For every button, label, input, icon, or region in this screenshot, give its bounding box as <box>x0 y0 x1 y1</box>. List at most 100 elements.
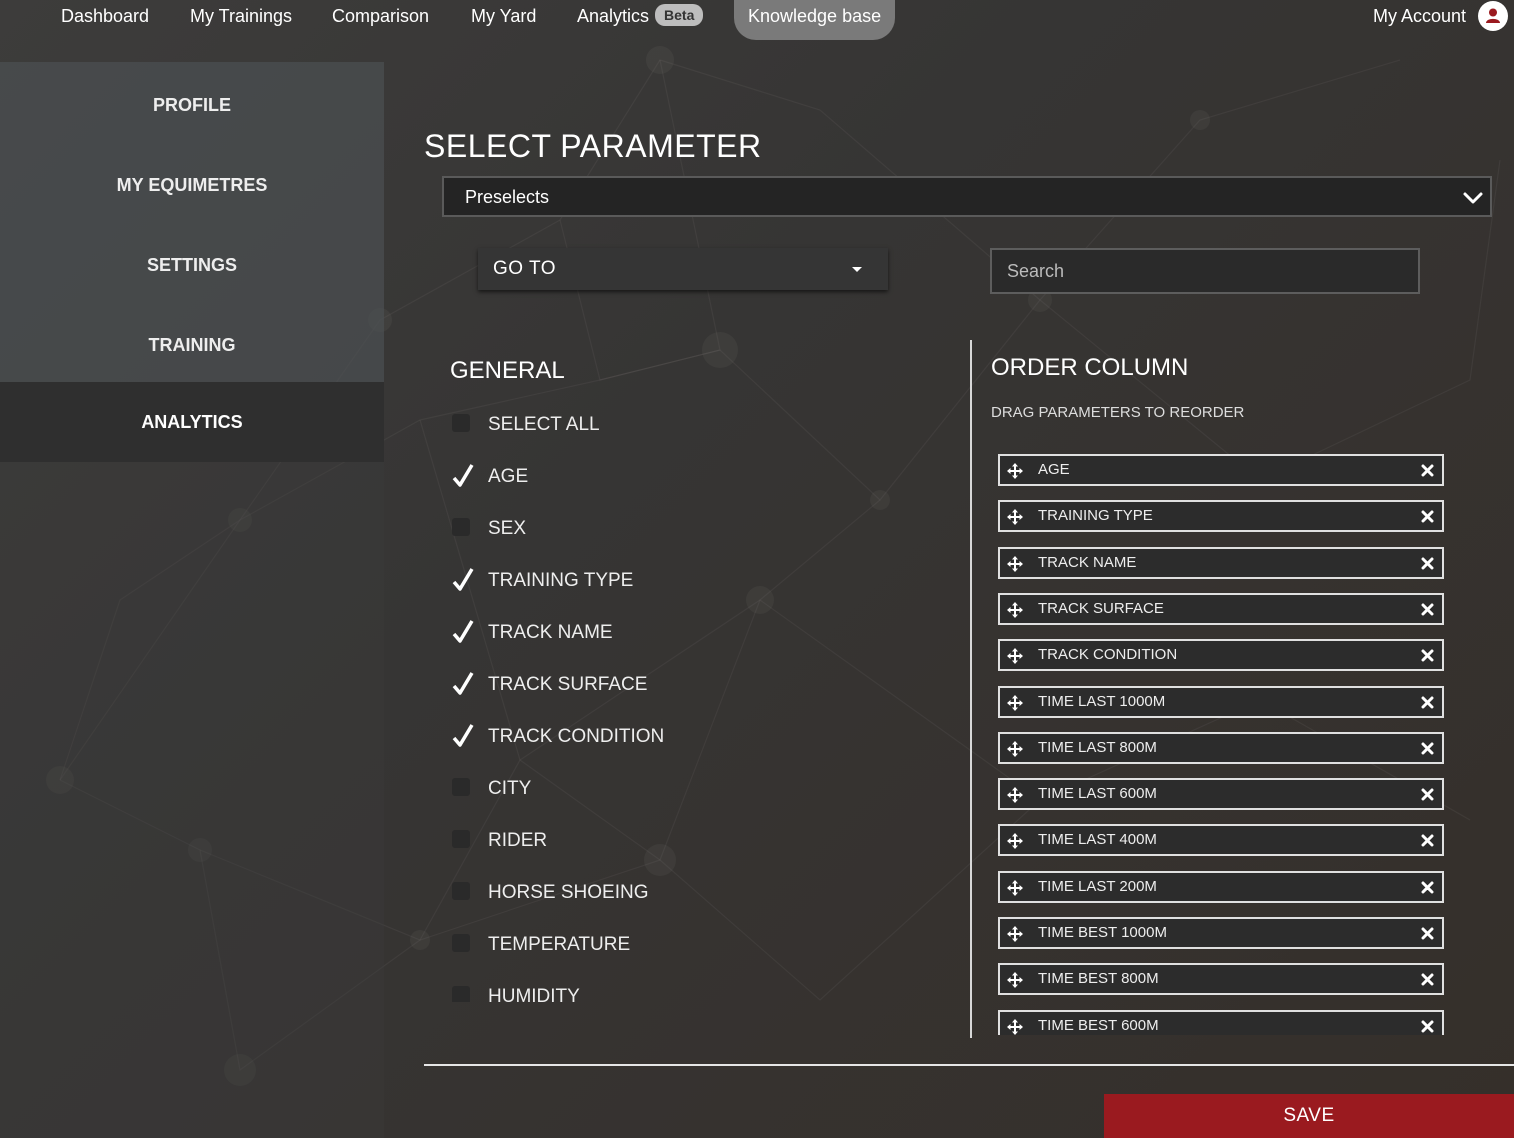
close-icon[interactable] <box>1421 464 1434 477</box>
order-item[interactable]: TIME LAST 400M <box>998 824 1444 857</box>
move-icon[interactable] <box>1007 601 1023 618</box>
close-icon[interactable] <box>1421 510 1434 523</box>
close-icon[interactable] <box>1421 1020 1434 1033</box>
checkbox-unchecked[interactable] <box>452 986 470 1002</box>
close-icon[interactable] <box>1421 696 1434 709</box>
nav-comparison[interactable]: Comparison <box>332 0 429 32</box>
user-icon[interactable] <box>1478 1 1508 31</box>
move-icon[interactable] <box>1007 972 1023 989</box>
order-item[interactable]: TIME LAST 200M <box>998 870 1444 903</box>
move-icon[interactable] <box>1007 1018 1023 1035</box>
nav-knowledge-base[interactable]: Knowledge base <box>734 0 896 40</box>
checkbox-row[interactable]: SEX <box>450 514 950 544</box>
column-divider <box>970 340 972 1038</box>
close-icon[interactable] <box>1421 973 1434 986</box>
move-icon[interactable] <box>1007 509 1023 526</box>
order-item[interactable]: TIME LAST 600M <box>998 778 1444 811</box>
caret-down-icon <box>852 267 862 272</box>
order-column-subtitle: DRAG PARAMETERS TO REORDER <box>991 404 1245 421</box>
top-navigation: Dashboard My Trainings Comparison My Yar… <box>0 0 1514 40</box>
checkmark-icon <box>452 464 474 487</box>
close-icon[interactable] <box>1421 649 1434 662</box>
checkbox-row[interactable]: TRACK SURFACE <box>450 670 950 700</box>
nav-my-yard[interactable]: My Yard <box>471 0 536 32</box>
move-icon[interactable] <box>1007 787 1023 804</box>
page-title: SELECT PARAMETER <box>424 128 762 164</box>
goto-label: GO TO <box>493 258 557 279</box>
close-icon[interactable] <box>1421 557 1434 570</box>
order-item[interactable]: TIME LAST 1000M <box>998 685 1444 718</box>
checkbox-row[interactable]: CITY <box>450 774 950 804</box>
nav-my-trainings[interactable]: My Trainings <box>190 0 292 32</box>
order-column-list: AGE TRAINING TYPE TRACK NAME TRACK SURFACE T… <box>996 450 1446 1035</box>
checkbox-unchecked[interactable] <box>452 830 470 848</box>
checkbox-row[interactable]: HORSE SHOEING <box>450 878 950 908</box>
close-icon[interactable] <box>1421 742 1434 755</box>
checkbox-row[interactable]: AGE <box>450 462 950 492</box>
nav-analytics-label: Analytics <box>577 6 650 26</box>
order-item-label: TRACK CONDITION <box>1038 646 1178 664</box>
goto-dropdown[interactable]: GO TO <box>478 248 888 290</box>
checkbox-row[interactable]: RIDER <box>450 826 950 856</box>
order-item-label: TIME LAST 1000M <box>1038 692 1166 710</box>
move-icon[interactable] <box>1007 463 1023 479</box>
move-icon[interactable] <box>1007 694 1023 711</box>
save-button[interactable]: SAVE <box>1104 1094 1514 1138</box>
checkbox-unchecked[interactable] <box>452 778 470 796</box>
order-item[interactable]: TRACK NAME <box>998 546 1444 579</box>
order-item[interactable]: TRACK CONDITION <box>998 639 1444 672</box>
order-item[interactable]: TRAINING TYPE <box>998 500 1444 533</box>
order-item-label: TRACK NAME <box>1038 553 1137 571</box>
order-item[interactable]: AGE <box>998 454 1444 486</box>
order-item-label: TIME BEST 600M <box>1038 1016 1159 1034</box>
move-icon[interactable] <box>1007 926 1023 942</box>
order-item[interactable]: TIME BEST 800M <box>998 963 1444 996</box>
move-icon[interactable] <box>1007 833 1023 850</box>
move-icon[interactable] <box>1007 879 1023 896</box>
checkbox-unchecked[interactable] <box>452 882 470 900</box>
beta-badge: Beta <box>655 4 704 26</box>
move-icon[interactable] <box>1007 740 1023 757</box>
checkmark-icon <box>452 620 474 643</box>
checkbox-row[interactable]: TRAINING TYPE <box>450 566 950 596</box>
move-icon[interactable] <box>1007 555 1023 572</box>
close-icon[interactable] <box>1421 788 1434 801</box>
search-input[interactable] <box>990 248 1420 294</box>
nav-my-account[interactable]: My Account <box>1373 0 1466 32</box>
sidebar-item-profile[interactable]: PROFILE <box>0 65 384 145</box>
order-item[interactable]: TIME BEST 600M <box>998 1009 1444 1035</box>
nav-analytics[interactable]: Analytics Beta <box>577 0 704 32</box>
checkbox-label: HUMIDITY <box>488 986 580 1002</box>
order-item[interactable]: TRACK SURFACE <box>998 592 1444 625</box>
close-icon[interactable] <box>1421 927 1434 940</box>
checkbox-label: SEX <box>488 518 527 539</box>
order-item-label: TIME LAST 200M <box>1038 877 1157 895</box>
checkbox-unchecked[interactable] <box>452 414 470 432</box>
preselects-value: Preselects <box>465 187 550 207</box>
checkbox-row[interactable]: TRACK CONDITION <box>450 722 950 752</box>
sidebar-item-training[interactable]: TRAINING <box>0 305 384 385</box>
checkbox-unchecked[interactable] <box>452 518 470 536</box>
sidebar-item-settings[interactable]: SETTINGS <box>0 225 384 305</box>
checkbox-row[interactable]: HUMIDITY <box>450 982 950 1002</box>
order-item[interactable]: TIME LAST 800M <box>998 731 1444 764</box>
checkmark-icon <box>452 568 474 591</box>
order-item-label: TIME LAST 800M <box>1038 738 1157 756</box>
move-icon[interactable] <box>1007 648 1023 665</box>
preselects-dropdown[interactable]: Preselects <box>442 176 1492 217</box>
order-item[interactable]: TIME BEST 1000M <box>998 917 1444 949</box>
checkbox-row[interactable]: SELECT ALL <box>450 410 950 440</box>
close-icon[interactable] <box>1421 881 1434 894</box>
checkbox-unchecked[interactable] <box>452 934 470 952</box>
checkbox-label: TRACK NAME <box>488 622 613 643</box>
checkbox-row[interactable]: TRACK NAME <box>450 618 950 648</box>
close-icon[interactable] <box>1421 834 1434 847</box>
sidebar-item-my-equimetres[interactable]: MY EQUIMETRES <box>0 145 384 225</box>
close-icon[interactable] <box>1421 603 1434 616</box>
checkbox-row[interactable]: TEMPERATURE <box>450 930 950 960</box>
chevron-down-icon <box>1463 192 1483 204</box>
checkbox-label: AGE <box>488 466 529 487</box>
order-item-label: TRAINING TYPE <box>1038 507 1153 525</box>
sidebar-item-analytics[interactable]: ANALYTICS <box>0 382 384 462</box>
nav-dashboard[interactable]: Dashboard <box>61 0 149 32</box>
